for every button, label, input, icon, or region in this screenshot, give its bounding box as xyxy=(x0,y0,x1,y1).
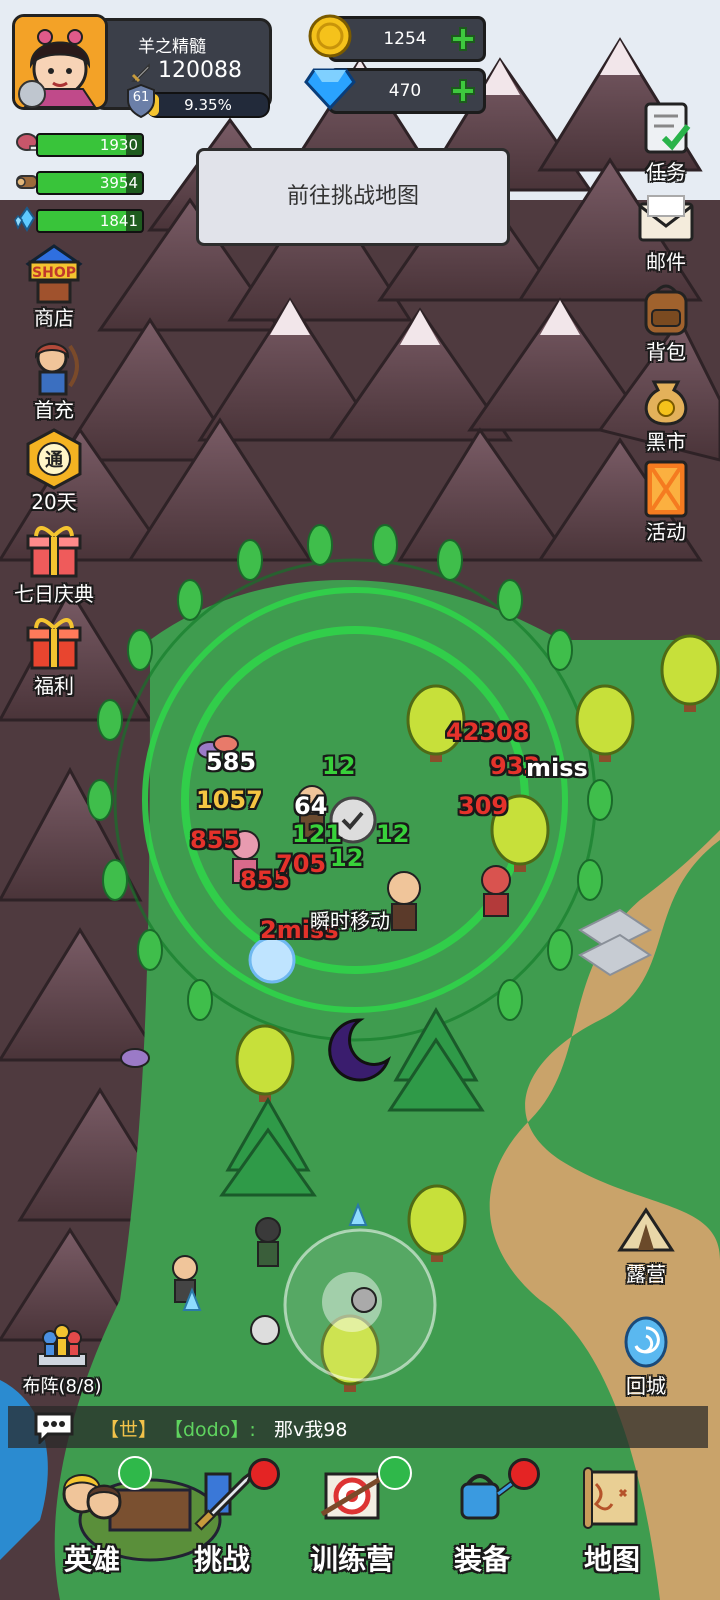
nav-equipment[interactable]: 装备 xyxy=(422,1458,542,1578)
upgrade-arrow-icon xyxy=(378,1456,412,1490)
resource-meat: 1930 xyxy=(14,130,144,157)
nav-map[interactable]: 地图 xyxy=(552,1464,672,1578)
resource-bar: 1841 xyxy=(36,209,144,233)
nav-heroes[interactable]: 英雄 xyxy=(32,1456,152,1578)
chat-bubble-icon xyxy=(34,1412,74,1444)
chat-message: 那v我98 xyxy=(274,1419,348,1441)
right-menu-mail[interactable]: 邮件 xyxy=(626,188,706,275)
damage-number: miss xyxy=(526,754,588,782)
damage-number: 585 xyxy=(206,748,257,776)
quests-label: 任务 xyxy=(646,160,686,184)
notification-dot xyxy=(508,1458,540,1490)
mail-label: 邮件 xyxy=(646,250,686,274)
notification-dot xyxy=(248,1458,280,1490)
resource-crystal: 1841 xyxy=(14,206,144,233)
first-recharge-label: 首充 xyxy=(34,398,74,422)
backpack-label: 背包 xyxy=(646,340,686,364)
chat-bar[interactable]: 【世】 【dodo】: 那v我98 xyxy=(8,1406,708,1448)
settings-gear-icon[interactable] xyxy=(18,80,46,108)
resource-wood: 3954 xyxy=(14,168,144,195)
gift-box-icon xyxy=(26,618,82,670)
damage-number: 12 xyxy=(322,752,356,780)
add-gold-plus-icon[interactable] xyxy=(449,25,477,53)
scroll-map-icon xyxy=(583,1467,638,1529)
map-label: 地图 xyxy=(583,1543,640,1576)
svg-text:通: 通 xyxy=(45,450,63,471)
pass-days-label: 20天 xyxy=(31,490,77,514)
camp-label: 露营 xyxy=(626,1262,666,1286)
upgrade-arrow-icon xyxy=(118,1456,152,1490)
level-progress-text: 9.35% xyxy=(184,96,232,114)
chat-channel: 【世】 xyxy=(100,1419,158,1441)
damage-number: 705 xyxy=(276,850,327,878)
portal-swirl-icon xyxy=(624,1316,668,1368)
money-bag-icon xyxy=(644,380,688,426)
diamond-gem-icon xyxy=(304,68,356,110)
chat-sender: 【dodo】: xyxy=(164,1419,256,1441)
training-camp-label: 训练营 xyxy=(309,1543,394,1576)
gem-value: 470 xyxy=(388,81,422,101)
right-menu-events[interactable]: 活动 xyxy=(626,458,706,545)
left-menu-pass[interactable]: 通 20天 xyxy=(14,428,94,515)
left-menu-shop[interactable]: SHOP 商店 xyxy=(14,244,94,331)
svg-text:SHOP: SHOP xyxy=(32,265,76,281)
gift-box-icon xyxy=(26,526,82,578)
pass-badge-icon: 通 xyxy=(26,428,82,490)
welfare-label: 福利 xyxy=(34,674,74,698)
quest-scroll-icon xyxy=(644,102,691,154)
shop-label: 商店 xyxy=(34,306,74,330)
return-city-label: 回城 xyxy=(626,1374,666,1398)
gold-value: 1254 xyxy=(383,29,427,49)
shop-icon: SHOP xyxy=(25,244,83,304)
right-menu-black-market[interactable]: 黑市 xyxy=(626,368,706,455)
damage-number: 12 xyxy=(330,844,364,872)
left-menu-welfare[interactable]: 福利 xyxy=(14,612,94,699)
add-gem-plus-icon[interactable] xyxy=(449,77,477,105)
left-menu-seven-day[interactable]: 七日庆典 xyxy=(14,520,94,607)
go-to-challenge-map-dialog[interactable]: 前往挑战地图 xyxy=(196,148,510,246)
heroes-label: 英雄 xyxy=(63,1543,120,1576)
right-menu-backpack[interactable]: 背包 xyxy=(626,278,706,365)
combat-power-value: 120088 xyxy=(158,58,242,83)
backpack-icon xyxy=(644,284,688,336)
damage-number: 12 xyxy=(376,820,410,848)
level-shield-icon: 61 xyxy=(126,83,156,119)
gold-coin-icon xyxy=(308,14,352,58)
nav-challenge[interactable]: 挑战 xyxy=(162,1458,282,1578)
black-market-label: 黑市 xyxy=(646,430,686,454)
formation-label: 布阵(8/8) xyxy=(22,1376,102,1397)
combat-power-icon xyxy=(131,63,150,83)
player-profile[interactable]: 羊之精髓 120088 9.35% 61 xyxy=(12,14,272,119)
skill-name-label: 瞬时移动 xyxy=(310,909,390,933)
resource-bar: 1930 xyxy=(36,133,144,157)
resource-value: 1841 xyxy=(99,212,138,230)
resource-bar: 3954 xyxy=(36,171,144,195)
damage-number: 855 xyxy=(190,826,241,854)
damage-number: 1057 xyxy=(196,786,263,814)
damage-number: 42308 xyxy=(446,718,530,746)
resource-value: 3954 xyxy=(99,174,138,192)
nav-training-camp[interactable]: 训练营 xyxy=(292,1456,412,1578)
left-menu-first-recharge[interactable]: 首充 xyxy=(14,336,94,423)
events-label: 活动 xyxy=(646,520,686,544)
player-name: 羊之精髓 xyxy=(138,37,206,57)
damage-number: 309 xyxy=(458,792,509,820)
player-level: 61 xyxy=(132,90,150,105)
camp-button[interactable]: 露营 xyxy=(606,1200,686,1287)
seven-day-label: 七日庆典 xyxy=(14,582,94,606)
right-menu-quests[interactable]: 任务 xyxy=(626,98,706,185)
formation-button[interactable]: 布阵(8/8) xyxy=(14,1314,110,1398)
resource-value: 1930 xyxy=(99,136,138,154)
formation-pawns-icon xyxy=(37,1324,87,1367)
event-card-icon xyxy=(644,460,688,518)
equipment-label: 装备 xyxy=(453,1543,510,1576)
archer-hero-icon xyxy=(34,342,79,396)
mail-envelope-icon xyxy=(638,195,694,242)
return-city-button[interactable]: 回城 xyxy=(606,1312,686,1399)
dialog-text: 前往挑战地图 xyxy=(286,184,419,209)
level-progress-bar: 9.35% xyxy=(146,92,270,118)
challenge-label: 挑战 xyxy=(193,1543,250,1576)
damage-number: 64 xyxy=(294,792,328,820)
tent-icon xyxy=(617,1207,675,1252)
